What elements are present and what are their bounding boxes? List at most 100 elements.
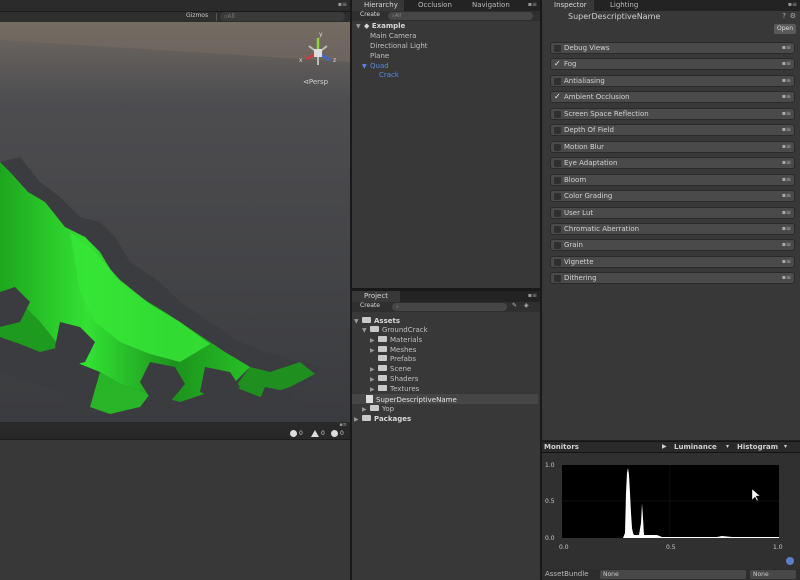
tab-project[interactable]: Project: [352, 291, 400, 302]
effect-menu-icon[interactable]: ▪≡: [782, 209, 791, 216]
effect-menu-icon[interactable]: ▪≡: [782, 143, 791, 150]
project-folder-scene[interactable]: ▶ Scene: [370, 364, 411, 374]
hierarchy-item-main-camera[interactable]: Main Camera: [370, 31, 416, 41]
effect-row-ambient-occlusion[interactable]: ✓ Ambient Occlusion ▪≡: [550, 91, 795, 104]
effect-menu-icon[interactable]: ▪≡: [782, 176, 791, 183]
project-folder-yop[interactable]: ▶ Yop: [362, 404, 394, 414]
effect-row-chromatic-aberration[interactable]: Chromatic Aberration ▪≡: [550, 222, 795, 235]
effect-menu-icon[interactable]: ▪≡: [782, 225, 791, 232]
effect-menu-icon[interactable]: ▪≡: [782, 110, 791, 117]
effect-menu-icon[interactable]: ▪≡: [782, 93, 791, 100]
expand-arrow-icon[interactable]: ▼: [362, 62, 370, 72]
open-button[interactable]: Open: [774, 24, 796, 34]
asset-bundle-variant-dropdown[interactable]: None: [750, 570, 796, 579]
effect-row-motion-blur[interactable]: Motion Blur ▪≡: [550, 140, 795, 153]
checkbox[interactable]: [554, 77, 561, 85]
monitor-mode-dropdown[interactable]: Luminance: [674, 443, 717, 451]
checkmark-icon[interactable]: ✓: [554, 59, 561, 68]
hierarchy-search-input[interactable]: ⌕All: [388, 12, 533, 20]
effect-row-debug-views[interactable]: Debug Views ▪≡: [550, 42, 795, 54]
expand-arrow-icon[interactable]: ▼: [356, 22, 364, 32]
checkbox[interactable]: [554, 225, 561, 233]
panel-menu-icon[interactable]: ▪≡: [528, 1, 537, 8]
expand-arrow-icon[interactable]: ▼: [362, 326, 370, 336]
collapse-arrow-icon[interactable]: ▶: [354, 415, 362, 425]
scene-search-input[interactable]: ⌕All: [220, 12, 345, 21]
panel-menu-icon[interactable]: ▪≡: [338, 1, 347, 8]
project-folder-textures[interactable]: ▶ Textures: [370, 384, 419, 394]
checkbox[interactable]: [554, 275, 561, 283]
checkbox[interactable]: [554, 258, 561, 266]
checkbox[interactable]: [554, 176, 561, 184]
effect-menu-icon[interactable]: ▪≡: [782, 60, 791, 67]
project-folder-materials[interactable]: ▶ Materials: [370, 335, 422, 345]
checkbox[interactable]: [554, 110, 561, 118]
help-icon[interactable]: ?: [782, 12, 786, 20]
project-folder-prefabs[interactable]: Prefabs: [378, 354, 416, 364]
checkbox[interactable]: [554, 45, 561, 52]
expand-arrow-icon[interactable]: ▼: [354, 317, 362, 327]
hierarchy-item-directional-light[interactable]: Directional Light: [370, 41, 428, 51]
effect-row-antialiasing[interactable]: Antialiasing ▪≡: [550, 74, 795, 87]
persp-toggle[interactable]: ⊲Persp: [303, 78, 328, 86]
dropdown-arrow-icon[interactable]: ▾: [784, 443, 787, 450]
checkmark-icon[interactable]: ✓: [554, 92, 561, 101]
effect-row-user-lut[interactable]: User Lut ▪≡: [550, 206, 795, 219]
dropdown-arrow-icon[interactable]: ▾: [726, 443, 729, 450]
project-folder-shaders[interactable]: ▶ Shaders: [370, 374, 418, 384]
tab-occlusion[interactable]: Occlusion: [406, 0, 458, 11]
checkbox[interactable]: [554, 160, 561, 168]
scene-root-row[interactable]: ▼ ◆ Example: [356, 21, 405, 31]
play-icon[interactable]: ▶: [662, 443, 667, 450]
project-asset-superdescriptivename[interactable]: SuperDescriptiveName: [352, 394, 538, 404]
effect-menu-icon[interactable]: ▪≡: [782, 77, 791, 84]
panel-menu-icon[interactable]: ▪≡: [528, 292, 537, 299]
create-dropdown[interactable]: Create: [360, 302, 380, 309]
effect-menu-icon[interactable]: ▪≡: [782, 192, 791, 199]
panel-menu-icon[interactable]: ▪≡: [788, 1, 797, 8]
effect-row-depth-of-field[interactable]: Depth Of Field ▪≡: [550, 124, 795, 137]
tab-lighting[interactable]: Lighting: [598, 0, 648, 11]
effect-menu-icon[interactable]: ▪≡: [782, 274, 791, 281]
monitor-view-dropdown[interactable]: Histogram: [737, 443, 778, 451]
settings-gear-icon[interactable]: ⚙: [790, 12, 796, 20]
scene-render[interactable]: y x z: [0, 22, 350, 415]
checkbox[interactable]: [554, 127, 561, 135]
effect-row-bloom[interactable]: Bloom ▪≡: [550, 173, 795, 186]
warning-count-toggle[interactable]: 0: [311, 430, 325, 437]
create-dropdown[interactable]: Create: [360, 11, 380, 18]
effect-menu-icon[interactable]: ▪≡: [782, 126, 791, 133]
checkbox[interactable]: [554, 143, 561, 151]
tab-hierarchy[interactable]: Hierarchy: [352, 0, 404, 11]
tab-inspector[interactable]: Inspector: [542, 0, 594, 11]
filter-by-type-icon[interactable]: ✎: [512, 302, 517, 309]
hierarchy-item-crack[interactable]: Crack: [379, 70, 399, 80]
filter-by-label-icon[interactable]: ◈: [524, 302, 529, 309]
effect-menu-icon[interactable]: ▪≡: [782, 159, 791, 166]
tab-navigation[interactable]: Navigation: [460, 0, 520, 11]
effect-row-grain[interactable]: Grain ▪≡: [550, 239, 795, 252]
asset-bundle-name-dropdown[interactable]: None: [600, 570, 746, 579]
checkbox[interactable]: [554, 193, 561, 201]
effect-row-color-grading[interactable]: Color Grading ▪≡: [550, 190, 795, 203]
effect-menu-icon[interactable]: ▪≡: [782, 258, 791, 265]
error-count-toggle[interactable]: 0: [331, 430, 344, 437]
panel-menu-icon[interactable]: ▪≡: [339, 422, 347, 428]
effect-row-fog[interactable]: ✓ Fog ▪≡: [550, 58, 795, 71]
effect-row-vignette[interactable]: Vignette ▪≡: [550, 255, 795, 268]
collapse-arrow-icon[interactable]: ▶: [370, 346, 378, 356]
project-folder-groundcrack[interactable]: ▼ GroundCrack: [362, 325, 428, 335]
label-tag-icon[interactable]: [786, 557, 794, 565]
checkbox[interactable]: [554, 209, 561, 217]
project-search-input[interactable]: ⌕: [392, 303, 507, 311]
checkbox[interactable]: [554, 242, 561, 250]
effect-menu-icon[interactable]: ▪≡: [782, 241, 791, 248]
hierarchy-item-plane[interactable]: Plane: [370, 51, 389, 61]
effect-row-dithering[interactable]: Dithering ▪≡: [550, 272, 795, 285]
effect-row-screen-space-reflection[interactable]: Screen Space Reflection ▪≡: [550, 107, 795, 120]
effect-menu-icon[interactable]: ▪≡: [782, 44, 791, 51]
effect-row-eye-adaptation[interactable]: Eye Adaptation ▪≡: [550, 157, 795, 170]
project-folder-packages[interactable]: ▶ Packages: [354, 414, 411, 424]
info-count-toggle[interactable]: 0: [290, 430, 303, 437]
scene-view[interactable]: ▪≡ Gizmos ⌕All y x z ⊲Persp: [0, 0, 350, 430]
